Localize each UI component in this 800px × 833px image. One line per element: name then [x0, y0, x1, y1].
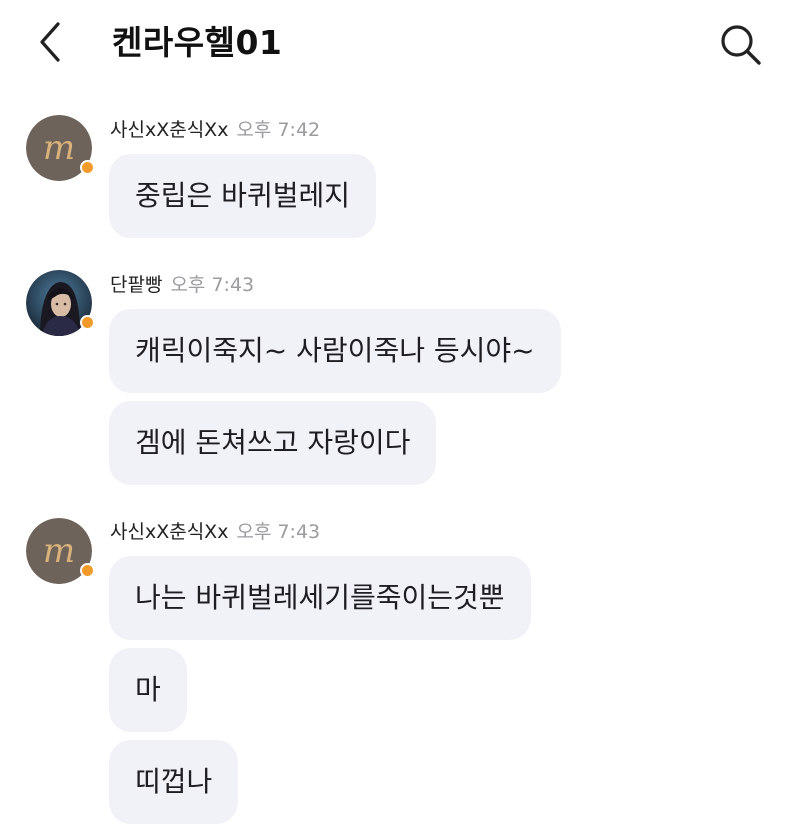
online-status-dot: [80, 315, 95, 330]
search-button[interactable]: [716, 20, 764, 68]
sender-avatar[interactable]: [26, 270, 95, 336]
back-button[interactable]: [30, 20, 74, 64]
online-status-dot: [80, 160, 95, 175]
message-bubble[interactable]: 겜에 돈쳐쓰고 자랑이다: [109, 401, 437, 485]
sender-avatar[interactable]: m: [26, 115, 95, 181]
sender-avatar[interactable]: m: [26, 518, 95, 584]
message-time: 오후 7:42: [236, 119, 321, 141]
message-time: 오후 7:43: [236, 521, 321, 543]
search-icon: [721, 25, 761, 65]
chevron-left-icon: [40, 22, 60, 62]
chat-room-title: 켄라우헬01: [112, 23, 283, 62]
message-time: 오후 7:43: [170, 274, 255, 296]
chat-header: 켄라우헬01: [0, 0, 800, 88]
message-bubble[interactable]: 마: [109, 648, 187, 732]
svg-text:m: m: [43, 531, 75, 571]
sender-name: 단팥빵: [110, 274, 163, 296]
sender-info: 단팥빵 오후 7:43: [110, 272, 254, 298]
message-bubble[interactable]: 나는 바퀴벌레세기를죽이는것뿐: [109, 556, 531, 640]
message-bubble[interactable]: 띠껍나: [109, 740, 239, 824]
sender-name: 사신xX춘식Xx: [110, 521, 229, 543]
online-status-dot: [80, 563, 95, 578]
message-bubble[interactable]: 중립은 바퀴벌레지: [109, 154, 376, 238]
message-bubble[interactable]: 캐릭이죽지~ 사람이죽나 등시야~: [109, 309, 561, 393]
sender-info: 사신xX춘식Xx 오후 7:43: [110, 519, 320, 545]
svg-text:m: m: [43, 128, 75, 168]
sender-info: 사신xX춘식Xx 오후 7:42: [110, 117, 320, 143]
sender-name: 사신xX춘식Xx: [110, 119, 229, 141]
